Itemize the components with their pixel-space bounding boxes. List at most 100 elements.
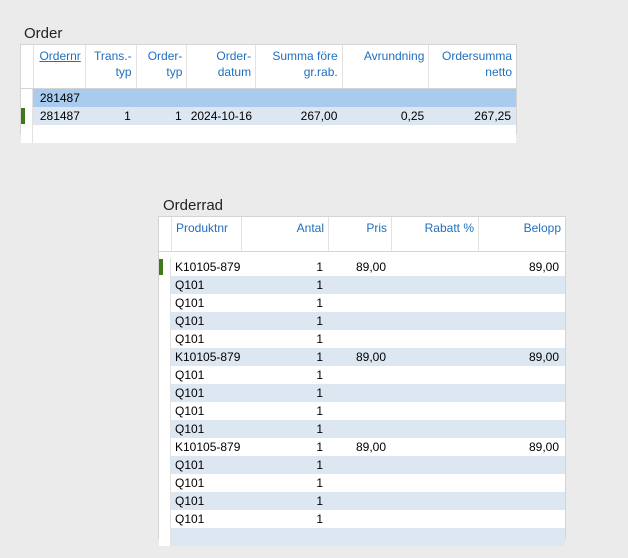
table-cell[interactable] xyxy=(328,276,391,294)
table-cell[interactable]: Q101 xyxy=(171,312,241,330)
column-header-rabatt[interactable]: Rabatt % xyxy=(392,217,479,251)
table-row[interactable]: Q101 1 xyxy=(159,420,565,438)
table-row[interactable]: Q101 1 xyxy=(159,294,565,312)
table-cell[interactable] xyxy=(328,474,391,492)
row-selector[interactable] xyxy=(21,89,33,107)
table-cell[interactable] xyxy=(328,294,391,312)
table-cell[interactable] xyxy=(391,402,478,420)
column-header-order-datum[interactable]: Order- datum xyxy=(187,45,257,88)
table-cell[interactable] xyxy=(136,89,187,107)
table-cell[interactable]: 1 xyxy=(241,492,328,510)
table-cell[interactable]: Q101 xyxy=(171,330,241,348)
table-cell[interactable] xyxy=(391,510,478,528)
table-cell[interactable]: 1 xyxy=(241,312,328,330)
row-selector[interactable] xyxy=(159,348,171,366)
table-cell[interactable]: Q101 xyxy=(171,384,241,402)
table-cell[interactable]: 1 xyxy=(241,420,328,438)
table-cell[interactable] xyxy=(391,492,478,510)
column-header-order-typ[interactable]: Order- typ xyxy=(137,45,188,88)
table-cell[interactable]: 1 xyxy=(241,402,328,420)
table-cell[interactable]: 0,25 xyxy=(342,107,429,125)
table-cell[interactable] xyxy=(429,89,516,107)
table-cell[interactable] xyxy=(391,348,478,366)
table-cell[interactable]: Q101 xyxy=(171,276,241,294)
column-header-trans-typ[interactable]: Trans.- typ xyxy=(86,45,137,88)
table-row[interactable]: Q101 1 xyxy=(159,456,565,474)
table-cell[interactable]: 1 xyxy=(241,384,328,402)
table-cell[interactable]: 1 xyxy=(241,510,328,528)
table-row[interactable]: Q101 1 xyxy=(159,492,565,510)
table-cell[interactable]: K10105-879 xyxy=(171,438,241,456)
table-cell[interactable] xyxy=(328,492,391,510)
table-cell[interactable]: Q101 xyxy=(171,456,241,474)
table-cell[interactable]: 267,00 xyxy=(256,107,343,125)
table-cell[interactable] xyxy=(478,384,564,402)
row-selector[interactable] xyxy=(159,312,171,330)
table-cell[interactable]: 1 xyxy=(241,366,328,384)
table-cell[interactable]: K10105-879 xyxy=(171,258,241,276)
table-cell[interactable] xyxy=(478,474,564,492)
table-cell[interactable] xyxy=(391,276,478,294)
table-cell[interactable]: Q101 xyxy=(171,492,241,510)
table-cell[interactable] xyxy=(391,294,478,312)
table-cell[interactable]: Q101 xyxy=(171,402,241,420)
table-cell[interactable] xyxy=(328,402,391,420)
row-selector[interactable] xyxy=(159,258,171,276)
row-selector[interactable] xyxy=(159,420,171,438)
table-cell[interactable] xyxy=(391,420,478,438)
table-cell[interactable] xyxy=(391,384,478,402)
column-header-ordernr[interactable]: Ordernr xyxy=(34,45,86,88)
table-cell[interactable] xyxy=(391,258,478,276)
table-cell[interactable] xyxy=(328,312,391,330)
column-header-pris[interactable]: Pris xyxy=(329,217,392,251)
table-cell[interactable] xyxy=(328,420,391,438)
table-cell[interactable] xyxy=(328,456,391,474)
table-cell[interactable]: 1 xyxy=(241,276,328,294)
column-header-belopp[interactable]: Belopp xyxy=(479,217,565,251)
table-cell[interactable] xyxy=(391,474,478,492)
row-selector[interactable] xyxy=(159,402,171,420)
table-cell[interactable] xyxy=(478,312,564,330)
table-cell[interactable] xyxy=(478,330,564,348)
table-cell[interactable] xyxy=(478,294,564,312)
table-cell[interactable]: Q101 xyxy=(171,474,241,492)
table-cell[interactable]: 89,00 xyxy=(328,258,391,276)
table-cell[interactable] xyxy=(328,366,391,384)
table-cell[interactable]: Q101 xyxy=(171,366,241,384)
table-row[interactable]: Q101 1 xyxy=(159,366,565,384)
table-row[interactable]: Q101 1 xyxy=(159,402,565,420)
row-selector[interactable] xyxy=(159,366,171,384)
table-cell[interactable] xyxy=(391,456,478,474)
table-cell[interactable]: 281487 xyxy=(33,89,85,107)
table-row[interactable]: Q101 1 xyxy=(159,330,565,348)
table-cell[interactable] xyxy=(328,510,391,528)
table-cell[interactable]: Q101 xyxy=(171,420,241,438)
table-row[interactable]: K10105-879 1 89,00 89,00 xyxy=(159,258,565,276)
table-cell[interactable]: K10105-879 xyxy=(171,348,241,366)
table-cell[interactable] xyxy=(478,366,564,384)
table-row[interactable]: Q101 1 xyxy=(159,510,565,528)
row-selector[interactable] xyxy=(159,294,171,312)
row-selector[interactable] xyxy=(159,330,171,348)
row-selector[interactable] xyxy=(159,492,171,510)
row-selector[interactable] xyxy=(159,510,171,528)
table-cell[interactable] xyxy=(187,89,256,107)
order-grid[interactable]: Ordernr Trans.- typ Order- typ Order- da… xyxy=(20,44,517,143)
column-header-produktnr[interactable]: Produktnr xyxy=(172,217,242,251)
table-row[interactable]: K10105-879 1 89,00 89,00 xyxy=(159,438,565,456)
table-cell[interactable] xyxy=(256,89,343,107)
table-row[interactable]: 281487 xyxy=(21,89,516,107)
table-row[interactable]: Q101 1 xyxy=(159,384,565,402)
table-cell[interactable]: 89,00 xyxy=(328,438,391,456)
column-header-summa-fore-gr-rab[interactable]: Summa före gr.rab. xyxy=(256,45,343,88)
table-cell[interactable] xyxy=(328,384,391,402)
row-selector[interactable] xyxy=(159,276,171,294)
table-cell[interactable]: 1 xyxy=(241,474,328,492)
table-cell[interactable]: 281487 xyxy=(33,107,85,125)
table-cell[interactable]: 1 xyxy=(241,258,328,276)
table-cell[interactable] xyxy=(391,312,478,330)
row-selector[interactable] xyxy=(21,107,33,125)
table-row[interactable]: K10105-879 1 89,00 89,00 xyxy=(159,348,565,366)
table-row[interactable]: Q101 1 xyxy=(159,312,565,330)
table-cell[interactable]: 1 xyxy=(85,107,136,125)
